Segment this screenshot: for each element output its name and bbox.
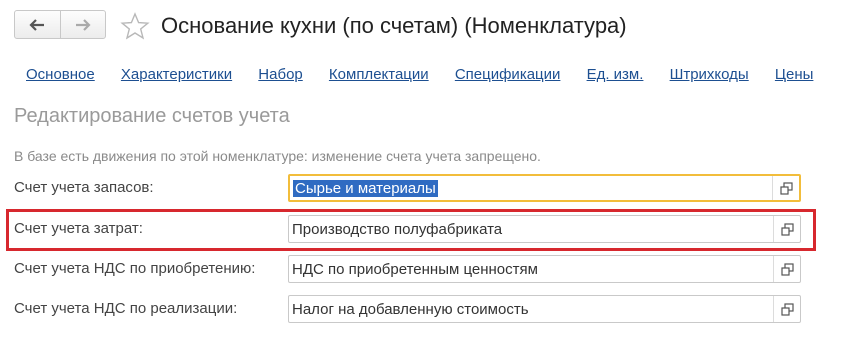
inventory-account-open-button[interactable] — [772, 176, 799, 200]
open-window-icon — [779, 181, 793, 195]
navigation-buttons — [14, 10, 106, 39]
vat-sales-account-label: Счет учета НДС по реализации: — [14, 300, 238, 317]
vat-sales-account-open-button[interactable] — [773, 296, 800, 322]
favorite-button[interactable] — [120, 12, 150, 40]
tab-configurations[interactable]: Комплектации — [329, 64, 429, 86]
vat-purchase-account-open-button[interactable] — [773, 256, 800, 282]
tab-bar: Основное Характеристики Набор Комплектац… — [26, 64, 856, 86]
tab-prices[interactable]: Цены — [775, 64, 814, 86]
section-title: Редактирование счетов учета — [14, 105, 290, 127]
tab-characteristics[interactable]: Характеристики — [121, 64, 232, 86]
back-button[interactable] — [15, 11, 60, 38]
vat-purchase-account-value: НДС по приобретенным ценностям — [292, 260, 538, 278]
forward-button[interactable] — [59, 11, 106, 38]
notice-text: В базе есть движения по этой номенклатур… — [14, 148, 541, 164]
cost-account-open-button[interactable] — [773, 216, 800, 242]
tab-barcodes[interactable]: Штрихкоды — [670, 64, 749, 86]
open-window-icon — [780, 262, 794, 276]
tab-set[interactable]: Набор — [258, 64, 302, 86]
vat-sales-account-row: Счет учета НДС по реализации: Налог на д… — [14, 293, 804, 325]
vat-purchase-account-label: Счет учета НДС по приобретению: — [14, 260, 256, 277]
vat-purchase-account-row: Счет учета НДС по приобретению: НДС по п… — [14, 253, 804, 285]
vat-purchase-account-field[interactable]: НДС по приобретенным ценностям — [288, 255, 801, 283]
tab-specifications[interactable]: Спецификации — [455, 64, 561, 86]
inventory-account-value-wrap: Сырье и материалы — [293, 176, 438, 200]
arrow-left-icon — [29, 18, 45, 31]
tab-units[interactable]: Ед. изм. — [587, 64, 644, 86]
open-window-icon — [780, 222, 794, 236]
inventory-account-field[interactable]: Сырье и материалы — [288, 174, 801, 202]
page-title: Основание кухни (по счетам) (Номенклатур… — [161, 13, 627, 38]
inventory-account-value: Сырье и материалы — [293, 179, 438, 197]
cost-account-value: Производство полуфабриката — [292, 220, 503, 238]
vat-sales-account-field[interactable]: Налог на добавленную стоимость — [288, 295, 801, 323]
inventory-account-label: Счет учета запасов: — [14, 179, 154, 196]
cost-account-label: Счет учета затрат: — [14, 220, 143, 237]
star-icon — [120, 12, 150, 40]
arrow-right-icon — [75, 18, 91, 31]
open-window-icon — [780, 302, 794, 316]
cost-account-field[interactable]: Производство полуфабриката — [288, 215, 801, 243]
cost-account-row: Счет учета затрат: Производство полуфабр… — [14, 213, 804, 245]
tab-main[interactable]: Основное — [26, 64, 95, 86]
vat-sales-account-value: Налог на добавленную стоимость — [292, 300, 529, 318]
inventory-account-row: Счет учета запасов: Сырье и материалы — [14, 172, 804, 204]
